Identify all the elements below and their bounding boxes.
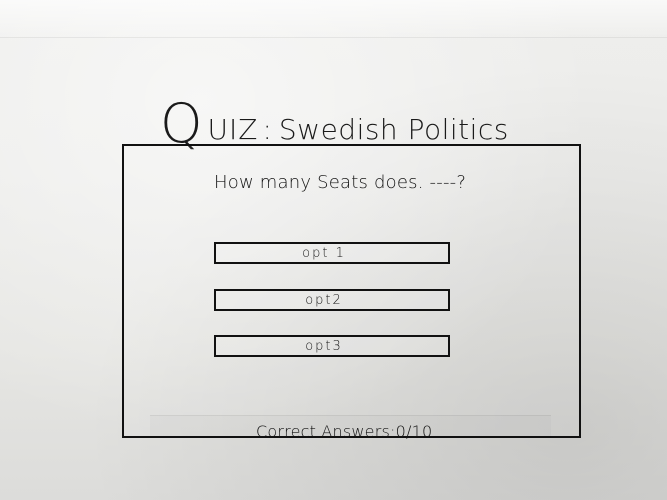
answer-option-1-label: opt 1 (302, 245, 346, 261)
answer-option-3[interactable]: opt3 (214, 335, 450, 357)
title-subject: Swedish Politics (278, 112, 509, 146)
title-uiz: UIZ (207, 112, 259, 146)
paper-highlight (0, 0, 667, 40)
question-text: How many Seats does. ----? (214, 172, 467, 193)
paper-edge-line (0, 37, 667, 38)
title-colon: : (262, 112, 273, 146)
title-q: Q (160, 92, 204, 155)
score-text: Correct Answers:0/10 (256, 422, 433, 441)
answer-option-1[interactable]: opt 1 (214, 242, 450, 264)
answer-option-3-label: opt3 (305, 338, 343, 354)
answer-option-2-label: opt2 (305, 292, 343, 308)
answer-option-2[interactable]: opt2 (214, 289, 450, 311)
quiz-panel: How many Seats does. ----? opt 1 opt2 op… (122, 144, 581, 441)
